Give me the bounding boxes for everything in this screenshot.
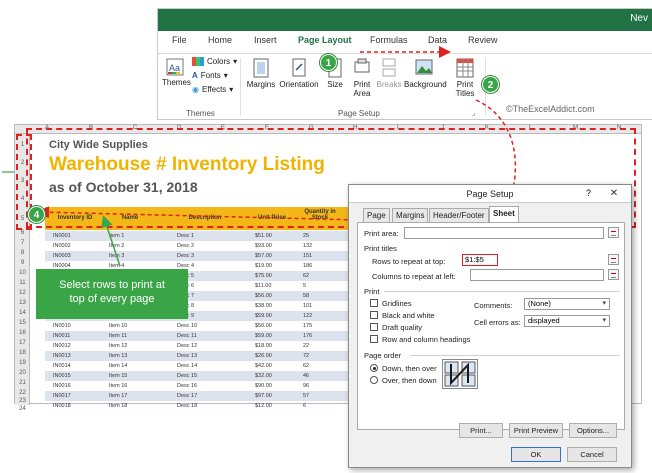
- black-white-checkbox[interactable]: [370, 311, 378, 319]
- page-setup-dialog: Page Setup ? ✕ Page Margins Header/Foote…: [348, 184, 632, 468]
- rows-repeat-input[interactable]: $1:$5: [462, 254, 498, 266]
- rows-repeat-label: Rows to repeat at top:: [372, 257, 446, 266]
- help-icon[interactable]: ?: [586, 188, 591, 198]
- step-badge-2: 2: [482, 76, 499, 93]
- over-then-down-label: Over, then down: [382, 376, 437, 385]
- down-then-over-radio[interactable]: [370, 364, 378, 372]
- comments-select[interactable]: (None): [524, 298, 610, 310]
- page-order-label: Page order: [364, 351, 402, 360]
- over-then-down-radio[interactable]: [370, 376, 378, 384]
- cell-errors-label: Cell errors as:: [474, 318, 521, 327]
- page-order-preview-icon: [442, 359, 478, 389]
- down-then-over-label: Down, then over: [382, 364, 437, 373]
- dialog-tab-sheet[interactable]: Sheet: [489, 206, 519, 223]
- print-area-input[interactable]: [404, 227, 604, 239]
- cell-errors-select[interactable]: displayed: [524, 315, 610, 327]
- print-button[interactable]: Print...: [459, 423, 503, 438]
- section-divider: [384, 291, 620, 292]
- dialog-tab-page[interactable]: Page: [363, 208, 390, 222]
- draft-quality-label: Draft quality: [382, 323, 423, 332]
- arrow-callout-to-rows: [101, 215, 121, 267]
- collapse-dialog-icon[interactable]: [608, 227, 619, 238]
- print-section-label: Print: [364, 287, 380, 296]
- options-button[interactable]: Options...: [569, 423, 617, 438]
- row-col-headings-checkbox[interactable]: [370, 335, 378, 343]
- collapse-dialog-icon[interactable]: [608, 254, 619, 265]
- step-badge-1: 1: [320, 54, 337, 71]
- comments-label: Comments:: [474, 301, 513, 310]
- print-preview-button[interactable]: Print Preview: [509, 423, 563, 438]
- cols-repeat-label: Columns to repeat at left:: [372, 272, 456, 281]
- gridlines-checkbox[interactable]: [370, 299, 378, 307]
- dialog-tab-margins[interactable]: Margins: [392, 208, 429, 222]
- step-badge-4: 4: [28, 206, 45, 223]
- cols-repeat-input[interactable]: [470, 269, 604, 281]
- sheet-tab-panel: Print area: Print titles Rows to repeat …: [357, 222, 625, 430]
- row-col-headings-label: Row and column headings: [382, 335, 471, 344]
- draft-quality-checkbox[interactable]: [370, 323, 378, 331]
- print-titles-label: Print titles: [364, 244, 397, 253]
- gridlines-label: Gridlines: [382, 299, 412, 308]
- black-white-label: Black and white: [382, 311, 435, 320]
- print-area-label: Print area:: [364, 229, 399, 238]
- cancel-button[interactable]: Cancel: [567, 447, 617, 462]
- close-icon[interactable]: ✕: [601, 187, 627, 200]
- ok-button[interactable]: OK: [511, 447, 561, 462]
- screenshot-composite: Nev File Home Insert Page Layout Formula…: [0, 0, 652, 473]
- dialog-tab-header-footer[interactable]: Header/Footer: [429, 208, 489, 222]
- collapse-dialog-icon[interactable]: [608, 269, 619, 280]
- dialog-title-bar: Page Setup ? ✕: [349, 185, 631, 203]
- section-divider: [410, 355, 620, 356]
